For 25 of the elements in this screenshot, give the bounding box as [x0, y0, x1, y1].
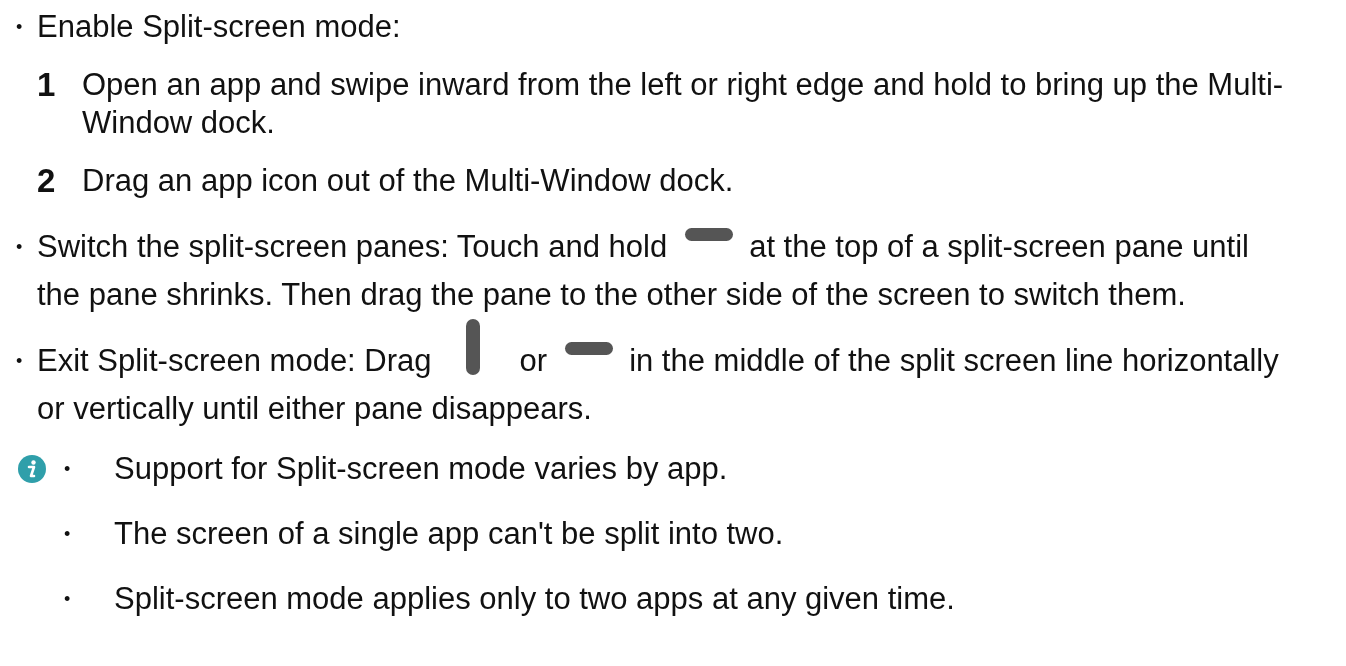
step-text: Open an app and swipe inward from the left or right edge and hold to bring up the Multi-Window dock.: [82, 66, 1285, 142]
instruction-text: the pane shrinks. Then drag the pane to the other side of the screen to switch them.: [37, 276, 1186, 314]
note-text: The screen of a single app can't be split into two.: [114, 515, 784, 553]
note-text: Split-screen mode applies only to two apps at any given time.: [114, 580, 955, 618]
bullet-marker: •: [16, 16, 24, 39]
instruction-text: Enable Split-screen mode:: [37, 8, 401, 46]
bullet-marker: •: [63, 588, 72, 611]
bullet-marker: •: [16, 236, 24, 259]
horizontal-handle-icon: [565, 342, 614, 355]
info-icon: [18, 455, 46, 483]
vertical-handle-icon: [465, 319, 480, 375]
instruction-text: or vertically until either pane disappears.: [37, 390, 592, 428]
instruction-text: or: [519, 342, 548, 380]
step-number: 1: [37, 66, 57, 105]
step-text: Drag an app icon out of the Multi-Window dock.: [82, 162, 735, 200]
instruction-text: in the middle of the split screen line horizontally: [629, 342, 1279, 380]
instruction-text: Switch the split-screen panes: Touch and hold: [37, 228, 668, 266]
bullet-marker: •: [16, 350, 24, 373]
instruction-text: at the top of a split-screen pane until: [749, 228, 1249, 266]
horizontal-handle-icon: [685, 228, 734, 241]
step-number: 2: [37, 162, 57, 200]
instruction-text: Exit Split-screen mode: Drag: [37, 342, 432, 380]
bullet-marker: •: [63, 523, 72, 546]
note-text: Support for Split-screen mode varies by app.: [114, 450, 728, 488]
bullet-marker: •: [63, 458, 72, 481]
